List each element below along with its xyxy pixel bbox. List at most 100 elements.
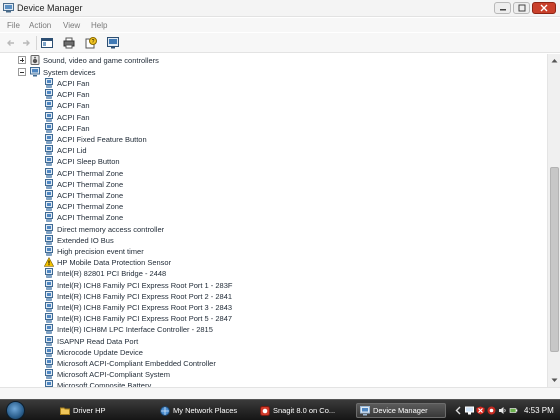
taskbar-item-driver-hp[interactable]: Driver HP [57, 403, 147, 418]
taskbar-item-my-network-places[interactable]: My Network Places [157, 403, 252, 418]
minimize-icon [499, 9, 506, 11]
tree-device-item[interactable]: HP Mobile Data Protection Sensor [0, 257, 540, 268]
device-tree[interactable]: Sound, video and game controllers System… [0, 54, 547, 387]
tree-device-item[interactable]: Intel(R) ICH8M LPC Interface Controller … [0, 324, 540, 335]
tree-device-label: ACPI Thermal Zone [57, 191, 124, 200]
network-status-icon[interactable] [465, 406, 474, 415]
system-device-icon [45, 190, 53, 200]
back-button[interactable] [4, 36, 18, 50]
tree-device-label: Intel(R) ICH8 Family PCI Express Root Po… [57, 280, 233, 290]
system-device-icon [45, 279, 53, 290]
antivirus-icon[interactable] [487, 406, 496, 415]
system-device-icon [45, 223, 53, 234]
scroll-up-button[interactable] [549, 55, 560, 66]
device-manager-icon [3, 3, 14, 13]
tree-device-label: ACPI Fan [57, 90, 90, 100]
tree-device-item[interactable]: ACPI Thermal Zone [0, 212, 540, 223]
tree-device-item[interactable]: Microsoft ACPI-Compliant Embedded Contro… [0, 358, 540, 369]
tree-device-item[interactable]: Intel(R) ICH8 Family PCI Express Root Po… [0, 302, 540, 313]
close-button[interactable] [532, 2, 556, 14]
scroll-down-button[interactable] [549, 375, 560, 386]
tree-category-label: System devices [43, 68, 96, 77]
title-bar: Device Manager [0, 0, 560, 17]
console-tree-icon [41, 38, 53, 48]
network-icon [160, 405, 170, 416]
scroll-up-arrow-icon [551, 59, 558, 63]
security-alert-icon[interactable] [476, 406, 485, 415]
menu-view[interactable]: View [63, 21, 80, 30]
system-device-icon [45, 134, 53, 144]
system-tray: 4:53 PM [452, 402, 560, 419]
window-title: Device Manager [17, 3, 83, 13]
menu-action[interactable]: Action [29, 21, 51, 30]
tree-device-label: ACPI Lid [57, 146, 87, 156]
expand-toggle[interactable] [18, 56, 26, 64]
tree-device-item[interactable]: ACPI Fan [0, 111, 540, 123]
scroll-thumb[interactable] [550, 167, 559, 352]
tree-device-item[interactable]: ACPI Thermal Zone [0, 201, 540, 212]
help-button[interactable]: ? [84, 36, 98, 50]
tree-device-item[interactable]: ACPI Lid [0, 145, 540, 156]
menu-help[interactable]: Help [91, 21, 107, 30]
volume-icon[interactable] [498, 406, 507, 415]
tree-device-item[interactable]: Extended IO Bus [0, 234, 540, 246]
system-device-icon [45, 380, 53, 387]
tree-device-item[interactable]: Microcode Update Device [0, 346, 540, 358]
tree-device-item[interactable]: Intel(R) 82801 PCI Bridge - 2448 [0, 268, 540, 279]
tree-device-item[interactable]: High precision event timer [0, 246, 540, 257]
snagit-icon [260, 405, 270, 416]
tree-device-label: ACPI Thermal Zone [57, 202, 124, 212]
tree-device-item[interactable]: Intel(R) ICH8 Family PCI Express Root Po… [0, 290, 540, 302]
maximize-button[interactable] [513, 2, 530, 14]
system-device-icon [45, 100, 53, 111]
tree-device-label: ISAPNP Read Data Port [57, 336, 139, 346]
tree-device-label: ACPI Sleep Button [57, 157, 120, 167]
tree-device-label: Intel(R) ICH8 Family PCI Express Root Po… [57, 291, 233, 301]
tray-arrow-icon[interactable] [454, 406, 463, 415]
collapse-toggle[interactable] [18, 68, 26, 76]
scan-hardware-button[interactable] [106, 36, 120, 50]
tree-device-item[interactable]: Microsoft Composite Battery [0, 380, 540, 387]
forward-button[interactable] [19, 36, 33, 50]
tree-device-item[interactable]: Intel(R) ICH8 Family PCI Express Root Po… [0, 313, 540, 324]
tree-device-item[interactable]: ISAPNP Read Data Port [0, 335, 540, 347]
tree-device-item[interactable]: ACPI Thermal Zone [0, 190, 540, 201]
system-device-icon [45, 178, 53, 189]
menu-file[interactable]: File [7, 21, 20, 30]
tree-device-item[interactable]: Microsoft ACPI-Compliant System [0, 369, 540, 380]
toolbar: ? [0, 33, 560, 53]
maximize-icon [518, 4, 525, 12]
clock[interactable]: 4:53 PM [524, 406, 554, 415]
help-icon: ? [85, 37, 97, 49]
back-arrow-icon [7, 40, 14, 46]
taskbar-item-snagit[interactable]: Snagit 8.0 on Co... [257, 403, 353, 418]
tree-device-item[interactable]: ACPI Fan [0, 100, 540, 111]
print-button[interactable] [62, 36, 76, 50]
tree-device-item[interactable]: Intel(R) ICH8 Family PCI Express Root Po… [0, 279, 540, 291]
tree-device-item[interactable]: ACPI Thermal Zone [0, 167, 540, 179]
tree-device-label: High precision event timer [57, 247, 144, 256]
show-hide-console-tree-button[interactable] [40, 36, 54, 50]
system-device-icon [45, 122, 53, 133]
vertical-scrollbar[interactable] [547, 54, 560, 387]
start-button[interactable] [6, 401, 25, 420]
tree-device-label: ACPI Fan [57, 79, 90, 88]
tree-device-label: Intel(R) 82801 PCI Bridge - 2448 [57, 269, 167, 279]
power-icon[interactable] [509, 406, 518, 415]
tree-device-item[interactable]: ACPI Fixed Feature Button [0, 134, 540, 145]
tree-device-item[interactable]: ACPI Sleep Button [0, 156, 540, 167]
tree-device-item[interactable]: ACPI Fan [0, 89, 540, 100]
tree-device-label: Intel(R) ICH8 Family PCI Express Root Po… [57, 314, 233, 324]
tree-category-system-devices[interactable]: System devices [0, 67, 540, 78]
tree-device-item[interactable]: ACPI Thermal Zone [0, 178, 540, 190]
tree-device-item[interactable]: ACPI Fan [0, 122, 540, 134]
tree-device-item[interactable]: ACPI Fan [0, 78, 540, 89]
forward-arrow-icon [23, 40, 30, 46]
tree-device-item[interactable]: Direct memory access controller [0, 223, 540, 235]
system-device-icon [45, 324, 53, 335]
system-device-icon [45, 145, 53, 155]
minimize-button[interactable] [494, 2, 511, 14]
warning-icon [44, 257, 54, 267]
taskbar-item-device-manager[interactable]: Device Manager [356, 403, 446, 418]
tree-category-sound[interactable]: Sound, video and game controllers [0, 55, 540, 66]
